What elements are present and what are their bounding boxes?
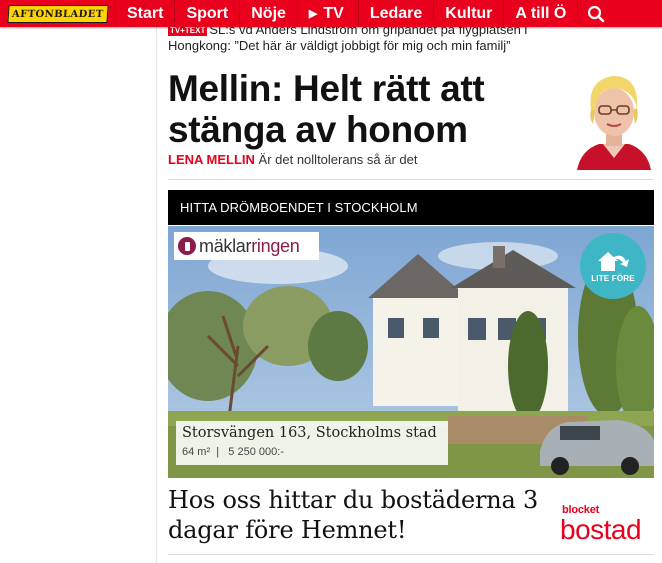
news-ticker[interactable]: TV+TEXT SL:s vd Anders Lindström om gripa…	[168, 22, 588, 59]
property-info-box: Storsvängen 163, Stockholms stad 64 m² |…	[176, 421, 448, 465]
search-icon	[588, 5, 605, 22]
divider	[168, 179, 654, 180]
nav-tv[interactable]: ▶ TV	[298, 0, 359, 27]
nav-tv-label: TV	[323, 4, 344, 22]
property-price: 5 250 000:-	[228, 446, 284, 458]
ad-property-image[interactable]: mäklar ringen LITE FÖRE Storsvängen 163, …	[168, 226, 654, 478]
article-headline[interactable]: Mellin: Helt rätt att stänga av honom	[168, 68, 568, 150]
nav-start[interactable]: Start	[116, 0, 176, 27]
nav-a-till-o[interactable]: A till Ö	[504, 0, 579, 27]
ad-headline[interactable]: Hos oss hittar du bostäderna 3 dagar för…	[168, 485, 568, 545]
aftonbladet-logo[interactable]: AFTONBLADET	[0, 0, 116, 27]
play-icon: ▶	[308, 8, 318, 20]
nav-noje[interactable]: Nöje	[240, 0, 298, 27]
nav-ledare[interactable]: Ledare	[359, 0, 435, 27]
property-address: Storsvängen 163, Stockholms stad	[182, 425, 437, 441]
maklarringen-logo: mäklar ringen	[174, 232, 319, 260]
article-byline[interactable]: Lena Mellin Är det nolltolerans så är de…	[168, 152, 418, 167]
property-size: 64 m²	[182, 446, 211, 458]
meta-separator: |	[213, 446, 226, 458]
nav-kultur[interactable]: Kultur	[434, 0, 505, 27]
bostad-text: bostad	[560, 514, 642, 545]
property-meta: 64 m² | 5 250 000:-	[182, 446, 448, 458]
top-navigation: AFTONBLADET Start Sport Nöje ▶ TV Ledare…	[0, 0, 662, 27]
search-button[interactable]	[578, 0, 614, 27]
nav-sport[interactable]: Sport	[175, 0, 241, 27]
article-lede: Är det nolltolerans så är det	[258, 152, 418, 167]
brand-part-1: mäklar	[199, 235, 252, 256]
author-name: Lena Mellin	[168, 152, 255, 167]
left-column	[0, 27, 157, 563]
divider	[168, 554, 654, 555]
badge-text: LITE FÖRE	[591, 274, 635, 283]
logo-text: AFTONBLADET	[7, 4, 108, 23]
blocket-bostad-logo[interactable]: blocket bostad	[560, 505, 656, 549]
ad-section-label[interactable]: HITTA DRÖMBOENDET I STOCKHOLM	[168, 190, 654, 225]
maklarringen-mark-icon	[178, 237, 196, 255]
brand-part-2: ringen	[251, 235, 300, 256]
house-arrow-icon	[598, 252, 629, 271]
author-photo	[573, 66, 655, 170]
lite-fore-badge: LITE FÖRE	[580, 233, 646, 299]
